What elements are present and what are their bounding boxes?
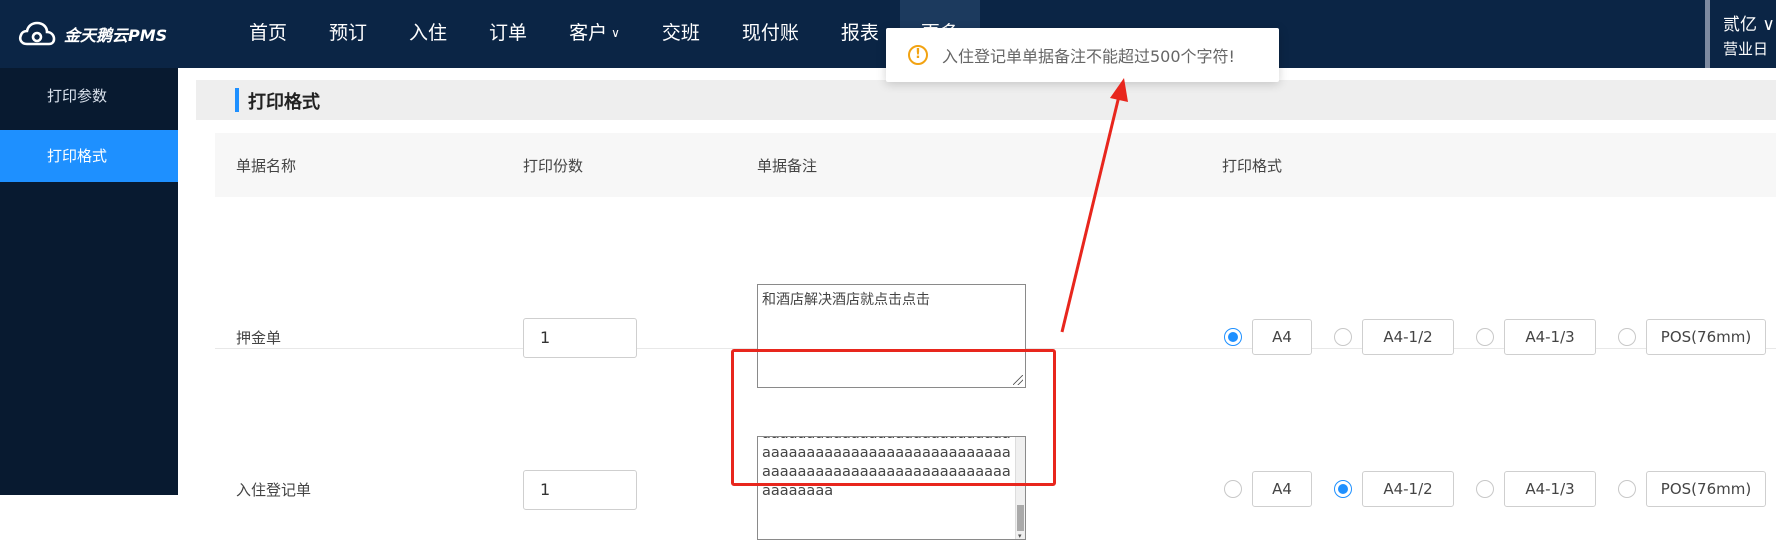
nav-label: 现付账: [741, 22, 799, 44]
nav-label: 首页: [249, 22, 288, 44]
toast-message: 入住登记单单据备注不能超过500个字符!: [942, 47, 1235, 66]
column-header-copies: 打印份数: [523, 157, 584, 175]
nav-item-customers[interactable]: 客户 ∨: [548, 0, 641, 68]
nav-item-orders[interactable]: 订单: [468, 0, 548, 68]
sidebar: 打印参数 打印格式: [0, 68, 178, 495]
row-document-name: 入住登记单: [236, 481, 312, 499]
table-row: 押金单 1 和酒店解决酒店就点击点击 A4 A4-1/2 A4-1/3 POS(…: [215, 197, 1776, 388]
radio-a4[interactable]: [1224, 328, 1242, 346]
row-document-name: 押金单: [236, 329, 282, 347]
column-header-name: 单据名称: [236, 157, 297, 175]
user-menu[interactable]: 贰亿 ∨: [1723, 10, 1775, 35]
format-options: A4 A4-1/2 A4-1/3 POS(76mm): [1224, 471, 1766, 507]
nav-label: 预订: [329, 22, 368, 44]
copies-input[interactable]: 1: [523, 470, 637, 510]
sidebar-item-label: 打印格式: [47, 147, 108, 165]
nav-label: 交班: [661, 22, 700, 44]
format-option-label[interactable]: A4-1/3: [1504, 471, 1596, 507]
format-option-label[interactable]: A4-1/2: [1362, 471, 1454, 507]
radio-a4-third[interactable]: [1476, 480, 1494, 498]
nav-item-home[interactable]: 首页: [228, 0, 308, 68]
format-option-label[interactable]: A4: [1252, 471, 1312, 507]
format-option-label[interactable]: POS(76mm): [1646, 471, 1766, 507]
radio-a4-half[interactable]: [1334, 480, 1352, 498]
nav-item-reservation[interactable]: 预订: [308, 0, 388, 68]
sidebar-item-label: 打印参数: [47, 87, 108, 105]
radio-pos[interactable]: [1618, 328, 1636, 346]
radio-a4[interactable]: [1224, 480, 1242, 498]
sidebar-item-print-format[interactable]: 打印格式: [0, 130, 178, 182]
nav-label: 入住: [409, 22, 448, 44]
radio-pos[interactable]: [1618, 480, 1636, 498]
remark-text: 和酒店解决酒店就点击点击: [762, 292, 930, 308]
radio-a4-third[interactable]: [1476, 328, 1494, 346]
section-title: 打印格式: [248, 92, 320, 113]
scroll-down-icon[interactable]: ▾: [1018, 532, 1022, 539]
nav-item-checkin[interactable]: 入住: [388, 0, 468, 68]
nav-item-cash-account[interactable]: 现付账: [721, 0, 820, 68]
section-accent-bar: [235, 88, 239, 112]
app-logo[interactable]: 金天鹅云PMS: [18, 20, 167, 48]
table-header: 单据名称 打印份数 单据备注 打印格式: [215, 133, 1776, 197]
column-header-format: 打印格式: [1222, 157, 1283, 175]
cloud-logo-icon: [18, 21, 56, 46]
warning-icon: !: [908, 45, 928, 65]
radio-a4-half[interactable]: [1334, 328, 1352, 346]
header-divider: [1705, 0, 1710, 68]
business-day-label: 营业日: [1723, 40, 1769, 58]
main-nav: 首页 预订 入住 订单 客户∨ 交班 现付账 报表 更多: [228, 0, 980, 68]
warning-toast: ! 入住登记单单据备注不能超过500个字符!: [886, 28, 1279, 82]
nav-item-shift[interactable]: 交班: [641, 0, 721, 68]
chevron-down-icon: ∨: [611, 26, 620, 40]
column-header-remark: 单据备注: [757, 157, 818, 175]
nav-label: 报表: [840, 22, 879, 44]
nav-label: 订单: [489, 22, 528, 44]
section-header: 打印格式: [196, 80, 1776, 120]
scrollbar-thumb[interactable]: [1017, 505, 1024, 531]
app-logo-text: 金天鹅云PMS: [64, 26, 168, 45]
nav-label: 客户: [569, 22, 608, 44]
annotation-highlight-box: [731, 349, 1056, 486]
sidebar-item-print-params[interactable]: 打印参数: [0, 70, 178, 122]
